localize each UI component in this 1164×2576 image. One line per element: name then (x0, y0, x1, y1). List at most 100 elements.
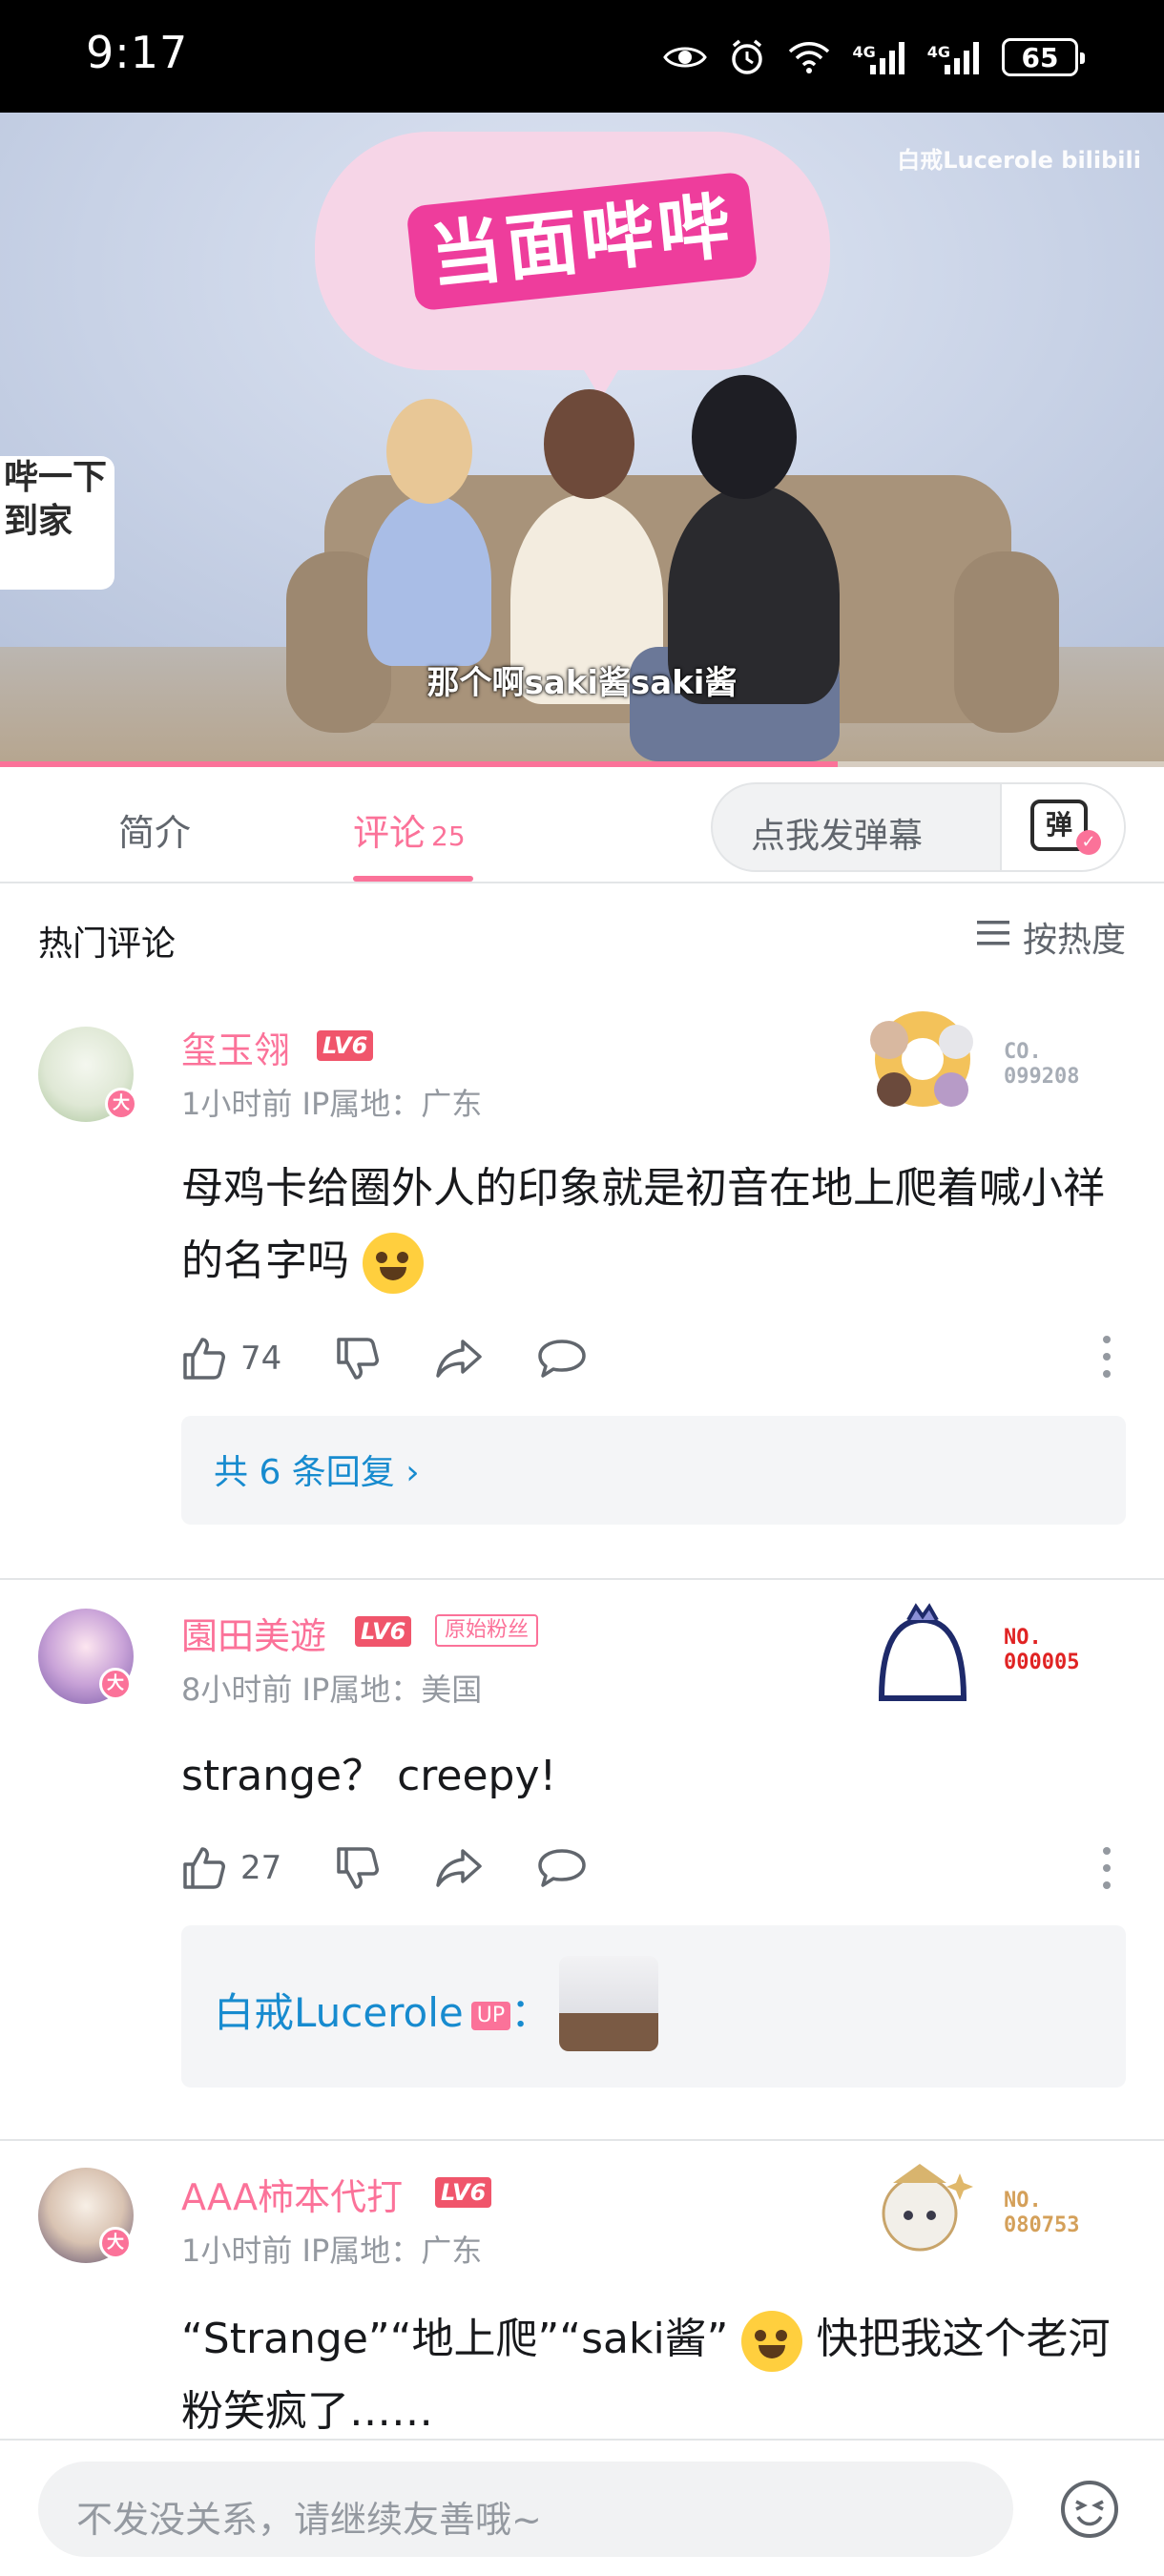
share-icon (436, 1849, 483, 1887)
share-button[interactable] (434, 1847, 484, 1889)
view-replies-link[interactable]: 共 6 条回复 › (214, 1444, 420, 1494)
person-left-head (386, 399, 472, 504)
video-watermark: 白戒Lucerole bilibili (897, 147, 1141, 174)
comments-header: 热门评论 按热度 (0, 883, 1164, 988)
garb-number-value: 080753 (1004, 2213, 1080, 2237)
comment-bubble-icon (538, 1849, 587, 1887)
reply-author-name: 白戒Lucerole (214, 1989, 464, 2036)
more-options-icon[interactable] (1103, 1336, 1111, 1378)
tab-comments[interactable]: 评论 25 (353, 803, 466, 856)
garb-number: CO. 099208 (1004, 1040, 1079, 1090)
thumbs-up-icon (183, 1338, 225, 1380)
like-count: 74 (240, 1340, 282, 1378)
thumbs-down-icon (337, 1847, 380, 1889)
reply-button[interactable] (537, 1847, 587, 1889)
video-subtitle: 那个啊saki酱saki酱 (426, 664, 738, 702)
comment-text: 母鸡卡给圈外人的印象就是初音在地上爬着喊小祥的名字吗 (181, 1164, 1105, 1285)
eye-icon (663, 42, 708, 73)
level-badge: LV6 (317, 1030, 374, 1061)
danmaku-placeholder: 点我发弹幕 (751, 817, 924, 856)
person-right-head (692, 375, 797, 499)
tab-intro[interactable]: 简介 (118, 803, 191, 856)
comment-content: “Strange”“地上爬”“saki酱” 快把我这个老河粉笑疯了…… (181, 2303, 1126, 2439)
like-count: 27 (240, 1849, 282, 1887)
comment-input-placeholder: 不发没关系，请继续友善哦~ (76, 2499, 542, 2541)
sort-label: 按热度 (1022, 921, 1126, 960)
person-middle-head (544, 389, 634, 499)
garb-number-value: 000005 (1004, 1651, 1080, 1674)
sofa-arm-right (954, 551, 1059, 733)
comment-input[interactable]: 不发没关系，请继续友善哦~ (38, 2462, 1013, 2557)
tab-comments-count: 25 (431, 821, 466, 852)
comment-meta: 1小时前 IP属地：广东 (181, 1086, 483, 1122)
comment-item: 大 AAA柿本代打 LV6 1小时前 IP属地：广东 NO. 080753 “S… (0, 2141, 1164, 2439)
sort-list-icon (975, 918, 1011, 957)
comment-username[interactable]: AAA柿本代打 (181, 2168, 403, 2220)
level-badge: LV6 (435, 2177, 492, 2208)
dislike-button[interactable] (335, 1336, 381, 1381)
tab-active-indicator (353, 876, 473, 882)
tab-bar: 简介 评论 25 点我发弹幕 弹 ✓ (0, 767, 1164, 883)
like-button[interactable]: 27 (181, 1845, 281, 1891)
sort-by-heat-button[interactable]: 按热度 (975, 912, 1126, 962)
dislike-button[interactable] (335, 1845, 381, 1891)
garb-card-image[interactable] (864, 2154, 988, 2269)
reply-preview[interactable]: 白戒Lucerole UP： (181, 1925, 1126, 2088)
share-icon (436, 1340, 483, 1378)
danmaku-check-icon: ✓ (1076, 830, 1101, 855)
garb-card-image[interactable] (870, 1603, 994, 1717)
thumbs-up-icon (183, 1847, 225, 1889)
garb-number-value: 099208 (1004, 1065, 1080, 1089)
signal-4g-icon: 4G (852, 40, 905, 74)
reply-author[interactable]: 白戒Lucerole UP： (214, 1981, 551, 2039)
video-player[interactable]: 当面哔哔 白戒Lucerole bilibili 哔一下 到家 那个啊saki酱… (0, 113, 1164, 767)
person-left-body (367, 494, 491, 666)
laugh-cry-emoji-icon (363, 1233, 424, 1294)
emoji-picker-icon[interactable] (1059, 2479, 1120, 2540)
comment-item: 大 玺玉翎 LV6 1小时前 IP属地：广东 CO. 099208 母鸡卡给圈外… (0, 988, 1164, 1580)
comment-username[interactable]: 園田美遊 (181, 1607, 326, 1659)
danmaku-toggle-button[interactable]: 弹 ✓ (1000, 784, 1124, 870)
alarm-icon (728, 38, 766, 76)
garb-number-label: NO. (1004, 1626, 1042, 1650)
status-icons: 4G 4G 65 (663, 29, 1085, 86)
comment-meta: 8小时前 IP属地：美国 (181, 1672, 483, 1708)
comment-username[interactable]: 玺玉翎 (181, 1021, 290, 1073)
avatar-badge: 大 (99, 2227, 132, 2259)
wifi-icon (787, 40, 831, 74)
garb-number: NO. 080753 (1004, 2189, 1079, 2238)
status-bar: 9:17 4G 4G 65 (0, 0, 1164, 113)
comment-actions: 74 (181, 1330, 640, 1387)
avatar-badge: 大 (105, 1088, 137, 1120)
more-options-icon[interactable] (1103, 1847, 1111, 1889)
up-badge: UP (470, 2001, 511, 2030)
laugh-cry-emoji-icon (741, 2311, 803, 2372)
garb-characters-icon (870, 1011, 973, 1107)
reply-button[interactable] (537, 1338, 587, 1380)
hot-comments-title: 热门评论 (38, 924, 177, 964)
thumbs-down-icon (337, 1338, 380, 1380)
comment-text: “Strange”“地上爬”“saki酱” (181, 2315, 729, 2363)
like-button[interactable]: 74 (181, 1336, 281, 1381)
reply-sticker-image (559, 1956, 658, 2051)
level-badge: LV6 (355, 1616, 412, 1647)
comment-content: 母鸡卡给圈外人的印象就是初音在地上爬着喊小祥的名字吗 (181, 1153, 1126, 1298)
tab-comments-label: 评论 (353, 812, 426, 854)
avatar-badge: 大 (99, 1668, 132, 1700)
share-button[interactable] (434, 1338, 484, 1380)
garb-number-label: NO. (1004, 2189, 1042, 2212)
bottom-comment-bar: 不发没关系，请继续友善哦~ (0, 2439, 1164, 2576)
network-type-1: 4G (852, 43, 876, 61)
garb-character-icon (882, 2164, 973, 2252)
comment-bubble-icon (538, 1340, 587, 1378)
garb-card-image[interactable] (861, 1004, 985, 1118)
comment-actions: 27 (181, 1839, 640, 1897)
garb-number: NO. 000005 (1004, 1626, 1079, 1675)
battery-icon: 65 (1002, 38, 1085, 76)
danmaku-input[interactable]: 点我发弹幕 弹 ✓ (711, 782, 1126, 872)
replies-box[interactable]: 共 6 条回复 › (181, 1416, 1126, 1525)
comment-item: 大 園田美遊 LV6 原始粉丝 8小时前 IP属地：美国 NO. 000005 … (0, 1580, 1164, 2139)
network-type-2: 4G (926, 43, 950, 61)
garb-bell-icon (878, 1603, 967, 1701)
signal-4g-icon-2: 4G (927, 40, 981, 74)
